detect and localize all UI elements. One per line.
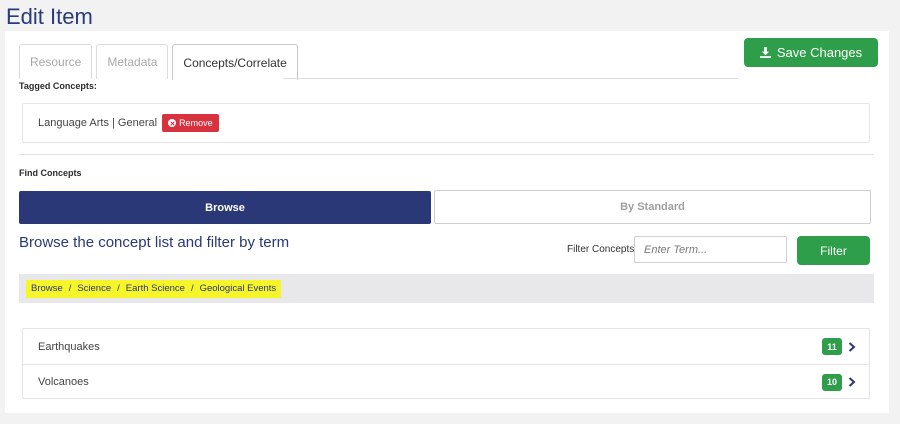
list-item[interactable]: Volcanoes 10 <box>23 364 869 399</box>
chevron-right-icon[interactable] <box>847 341 857 352</box>
breadcrumb-item-browse[interactable]: Browse <box>31 283 63 294</box>
concept-list: Earthquakes 11 Volcanoes 10 <box>22 328 870 399</box>
remove-concept-button[interactable]: Remove <box>162 114 219 132</box>
breadcrumb: Browse / Science / Earth Science / Geolo… <box>26 279 282 298</box>
concept-label: Volcanoes <box>38 376 89 388</box>
tab-metadata[interactable]: Metadata <box>96 44 169 79</box>
browse-heading: Browse the concept list and filter by te… <box>19 234 290 251</box>
tagged-concept-label: Language Arts | General <box>38 117 158 129</box>
count-badge: 10 <box>821 373 842 391</box>
tab-bar: Resource Metadata Concepts/Correlate <box>19 44 298 80</box>
download-icon <box>759 47 771 58</box>
breadcrumb-item-geological-events[interactable]: Geological Events <box>200 283 277 294</box>
concept-label: Earthquakes <box>38 340 100 353</box>
save-changes-button[interactable]: Save Changes <box>744 38 878 67</box>
filter-button[interactable]: Filter <box>797 236 870 265</box>
section-divider <box>19 154 874 155</box>
save-changes-label: Save Changes <box>776 45 863 60</box>
tagged-concepts-box: Language Arts | General Remove <box>22 103 870 143</box>
breadcrumb-separator: / <box>190 283 194 294</box>
list-item[interactable]: Earthquakes 11 <box>23 329 869 364</box>
breadcrumb-separator: / <box>117 283 120 294</box>
tab-concepts-correlate[interactable]: Concepts/Correlate <box>172 44 298 80</box>
breadcrumb-item-science[interactable]: Science <box>77 283 111 294</box>
page-title: Edit Item <box>6 4 93 29</box>
breadcrumb-item-earth-science[interactable]: Earth Science <box>126 283 185 294</box>
breadcrumb-bar: Browse / Science / Earth Science / Geolo… <box>19 274 874 303</box>
chevron-right-icon[interactable] <box>847 377 857 387</box>
count-badge: 11 <box>822 338 842 355</box>
breadcrumb-separator: / <box>68 283 72 294</box>
tagged-concepts-heading: Tagged Concepts: <box>19 81 97 91</box>
browse-mode-button[interactable]: Browse <box>19 191 431 224</box>
find-concepts-heading: Find Concepts <box>19 168 82 178</box>
by-standard-mode-button[interactable]: By Standard <box>434 190 871 224</box>
tab-underline <box>283 78 739 79</box>
remove-icon <box>168 119 177 127</box>
filter-concepts-label: Filter Concepts <box>567 244 635 255</box>
filter-term-input[interactable] <box>634 236 787 263</box>
edit-item-card: Resource Metadata Concepts/Correlate Sav… <box>5 31 889 413</box>
tab-resource[interactable]: Resource <box>19 44 93 79</box>
remove-label: Remove <box>179 118 213 128</box>
